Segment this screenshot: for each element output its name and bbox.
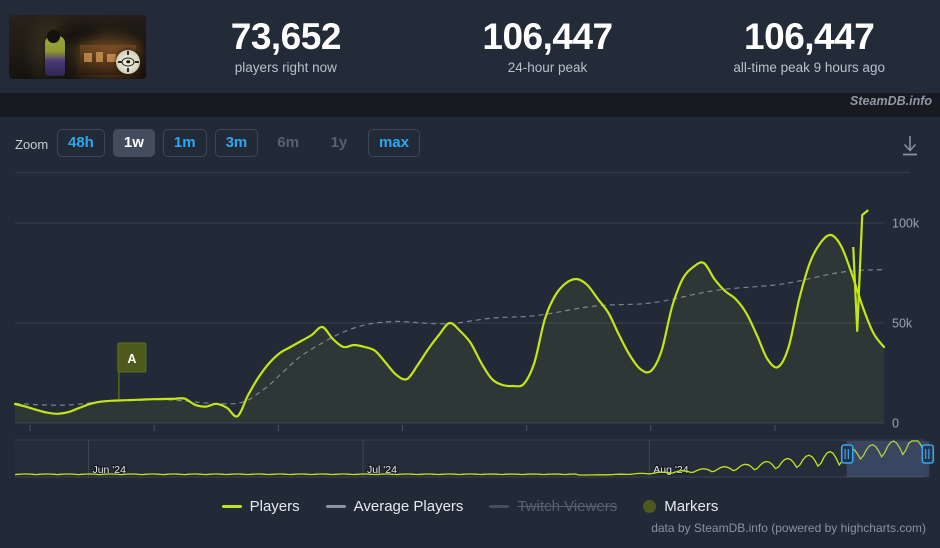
stat-24h-peak: 106,447 24-hour peak	[417, 15, 679, 76]
legend-item-twitch-viewers[interactable]: Twitch Viewers	[489, 498, 617, 515]
legend-item-players[interactable]: Players	[221, 497, 300, 515]
zoom-range-buttons: 48h 1w 1m 3m 6m 1y max	[57, 129, 420, 157]
zoom-button-1w[interactable]: 1w	[112, 129, 155, 157]
chart-plot-area[interactable]: 050k100k24 Aug25 Aug26 Aug27 Aug28 Aug29…	[0, 173, 940, 493]
stat-players-now: 73,652 players right now	[155, 15, 417, 76]
stat-label: 24-hour peak	[507, 60, 588, 76]
steamdb-chart-page: 73,652 players right now 106,447 24-hour…	[0, 0, 940, 548]
stat-value: 106,447	[744, 15, 875, 57]
game-capsule-image[interactable]	[9, 14, 146, 79]
players-chart-svg[interactable]: 050k100k24 Aug25 Aug26 Aug27 Aug28 Aug29…	[0, 173, 940, 493]
capsule-character-head	[46, 29, 60, 43]
y-axis-tick-label: 50k	[892, 317, 913, 331]
watermark-strip: SteamDB.info	[0, 93, 940, 113]
zoom-button-max[interactable]: max	[367, 129, 420, 157]
chart-marker-flag[interactable]: A	[117, 342, 147, 399]
y-axis-tick-label: 0	[892, 417, 899, 431]
stat-label: players right now	[234, 60, 337, 76]
zoom-button-3m[interactable]: 3m	[214, 129, 259, 157]
stat-label: all-time peak 9 hours ago	[733, 60, 885, 76]
navigator-handle-right[interactable]	[921, 444, 935, 464]
stat-value: 73,652	[230, 15, 342, 57]
zoom-button-48h[interactable]: 48h	[57, 129, 105, 157]
legend-label: Average Players	[353, 497, 464, 515]
legend-swatch-line-icon	[221, 504, 242, 508]
steamdb-watermark: SteamDB.info	[850, 94, 932, 108]
y-axis-tick-label: 100k	[892, 217, 920, 231]
chart-credits[interactable]: data by SteamDB.info (powered by highcha…	[651, 521, 926, 535]
navigator-selected-range[interactable]	[846, 441, 930, 477]
legend-swatch-line-icon	[325, 504, 346, 508]
navigator-handle-left[interactable]	[840, 444, 854, 464]
legend-label: Markers	[664, 497, 719, 515]
legend-label: Players	[249, 497, 300, 515]
chart-legend: Players Average Players Twitch Viewers Mark…	[0, 492, 940, 520]
legend-swatch-dot-icon	[643, 499, 657, 513]
stat-value: 106,447	[482, 15, 613, 57]
game-capsule-container[interactable]	[0, 14, 155, 79]
legend-swatch-line-icon	[489, 504, 510, 508]
zoom-button-1m[interactable]: 1m	[162, 129, 207, 157]
download-icon[interactable]	[898, 133, 922, 159]
game-logo-badge	[116, 49, 140, 74]
chart-panel: Zoom 48h1w1m3m6m1ymax 050k100k24 Aug25 A…	[0, 117, 940, 548]
legend-item-markers[interactable]: Markers	[643, 498, 718, 515]
navigator-month-label: Aug '24	[653, 464, 688, 476]
stat-all-time-peak: 106,447 all-time peak 9 hours ago	[678, 15, 940, 76]
legend-item-average-players[interactable]: Average Players	[325, 497, 464, 515]
stats-panel: 73,652 players right now 106,447 24-hour…	[0, 0, 940, 93]
legend-label: Twitch Viewers	[517, 497, 618, 515]
zoom-button-6m: 6m	[277, 134, 299, 151]
marker-flag-label: A	[127, 352, 136, 366]
zoom-label: Zoom	[15, 137, 49, 152]
zoom-button-1y: 1y	[330, 134, 348, 151]
zoom-toolbar: Zoom 48h 1w 1m 3m 6m 1y max	[0, 117, 940, 173]
